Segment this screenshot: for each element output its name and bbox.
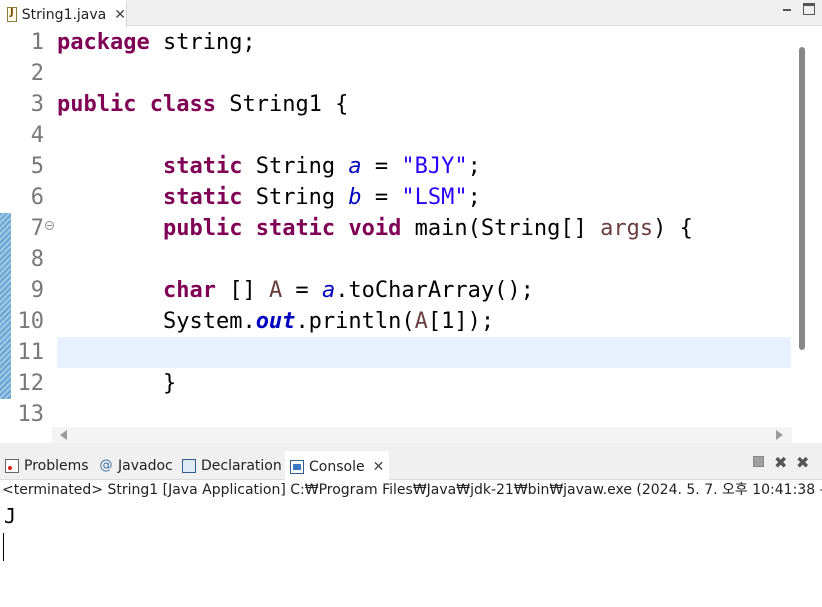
code-text: String [242,154,349,179]
field-name: a [348,154,362,179]
string-literal: "BJY" [401,154,468,179]
field-name: a [321,278,336,303]
close-tab-icon[interactable]: ✕ [114,7,126,23]
keyword: static [162,154,243,179]
editor-tab-label: String1.java [21,6,107,23]
declaration-icon [182,458,196,473]
code-area[interactable]: package string; public class String1 { s… [57,27,790,427]
console-launch-description: <terminated> String1 [Java Application] … [2,482,822,498]
text-caret [3,533,4,561]
javadoc-icon: @ [99,457,113,473]
code-text: ; [467,154,481,179]
keyword: public [162,216,243,241]
line-number: 1 [30,30,44,55]
editor-tab-bar: String1.java ✕ [0,0,822,27]
keyword: char [162,278,216,303]
tab-label: Declaration [201,457,282,474]
console-output: J [4,504,17,528]
console-view[interactable]: <terminated> String1 [Java Application] … [0,480,822,607]
minimize-icon[interactable] [781,4,793,16]
code-text: .toCharArray(); [335,278,534,303]
line-number: 8 [30,247,44,272]
tab-label: Console [309,459,365,475]
tab-label: Problems [24,457,89,474]
code-line-1: package string; [57,27,256,58]
line-number: 4 [30,123,44,148]
maximize-icon[interactable] [803,3,815,15]
console-toolbar: ✖ ✖ [752,453,822,473]
line-number-gutter: 1 2 3 4 5 6 7 8 9 10 11 12 13 − [0,27,54,427]
code-text: String1 { [215,92,349,117]
editor-vertical-scroll-thumb[interactable] [799,47,805,350]
code-text: [] [215,278,269,303]
keyword: void [348,216,402,241]
tab-problems[interactable]: Problems [5,451,89,480]
code-text: String [242,185,349,210]
code-text: main(String[] [401,216,601,241]
code-text: } [162,371,177,396]
editor-tab-string1[interactable]: String1.java ✕ [0,0,127,27]
code-text: [1]); [427,309,495,334]
local-variable: A [414,309,428,334]
line-number: 10 [17,309,45,334]
console-icon [290,460,304,474]
string-literal: "LSM" [401,185,468,210]
code-text: .println( [295,309,415,334]
line-number: 5 [30,154,44,179]
close-console-tab-icon[interactable]: ✕ [373,459,385,475]
code-text: System. [162,309,256,334]
line-number: 9 [30,278,44,303]
code-text: = [361,154,402,179]
bottom-panel-tab-bar: Problems @ Javadoc Declaration Console ✕ [0,451,822,481]
field-name: b [348,185,362,210]
java-file-icon [7,7,17,22]
code-text: string; [149,30,256,55]
remove-all-terminated-icon[interactable]: ✖ [796,453,809,472]
scroll-right-arrow-icon[interactable] [776,430,783,440]
keyword: package [57,30,150,55]
code-line-6: static String b = "LSM"; [57,182,481,213]
line-number: 11 [17,340,45,365]
terminate-icon[interactable] [753,456,764,467]
line-number: 7 [30,216,44,241]
code-text: ; [467,185,481,210]
local-variable: A [268,278,283,303]
tab-console[interactable]: Console ✕ [285,451,389,481]
code-line-9: char [] A = a.toCharArray(); [57,275,534,306]
static-field-name: out [255,309,296,334]
parameter-name: args [600,216,654,241]
line-number: 13 [17,402,45,427]
code-line-10: System.out.println(A[1]); [57,306,494,337]
remove-launch-icon[interactable]: ✖ [774,453,787,472]
line-number: 2 [30,61,44,86]
problems-icon [5,458,19,473]
tab-javadoc[interactable]: @ Javadoc [99,451,173,480]
editor-horizontal-scrollbar[interactable] [52,427,792,443]
code-line-12: } [57,368,176,399]
line-number: 12 [17,371,45,396]
keyword: static [162,185,243,210]
code-editor[interactable]: 1 2 3 4 5 6 7 8 9 10 11 12 13 − package … [0,27,822,443]
tab-declaration[interactable]: Declaration [182,451,282,480]
scroll-left-arrow-icon[interactable] [60,430,67,440]
line-number: 3 [30,92,44,117]
tab-label: Javadoc [118,457,173,474]
code-line-5: static String a = "BJY"; [57,151,481,182]
line-number: 6 [30,185,44,210]
fold-collapse-icon[interactable]: − [45,221,54,230]
keyword: class [149,92,216,117]
keyword: static [255,216,336,241]
code-text: ) { [653,216,693,241]
code-text: = [361,185,402,210]
panel-sash[interactable] [0,443,822,451]
code-line-7: public static void main(String[] args) { [57,213,693,244]
keyword: public [57,92,137,117]
code-text: = [282,278,322,303]
code-line-3: public class String1 { [57,89,348,120]
